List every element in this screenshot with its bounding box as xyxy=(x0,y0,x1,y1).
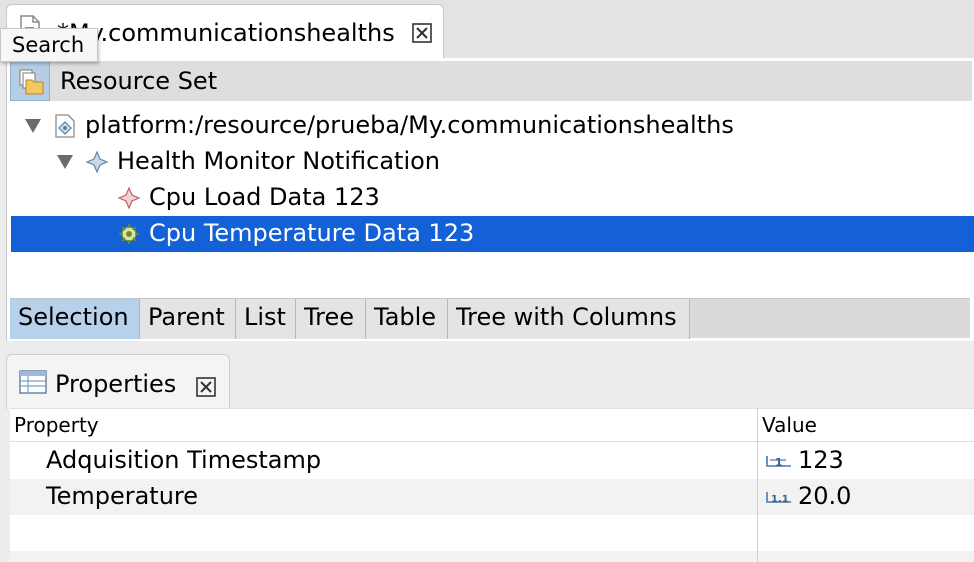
tab-label: Tree xyxy=(304,303,355,331)
tree-item-health-monitor-notification[interactable]: Health Monitor Notification xyxy=(11,144,974,180)
column-header-property[interactable]: Property xyxy=(14,413,99,437)
resource-set-header[interactable]: Resource Set xyxy=(10,61,972,101)
close-icon[interactable] xyxy=(195,376,217,398)
tab-table[interactable]: Table xyxy=(366,299,448,339)
eclipse-window: *My.communicationshealths Search Resourc… xyxy=(0,0,974,562)
resource-set-label: Resource Set xyxy=(60,67,218,95)
gear-green-icon xyxy=(119,224,139,244)
column-header-value[interactable]: Value xyxy=(762,413,817,437)
properties-tab-bar: Properties xyxy=(0,348,974,410)
tree-item-label: Health Monitor Notification xyxy=(117,147,441,175)
tree-item-cpu-temperature-data[interactable]: Cpu Temperature Data 123 xyxy=(11,216,974,252)
tab-list[interactable]: List xyxy=(236,299,296,339)
tab-label: Tree with Columns xyxy=(456,303,677,331)
diamond-blue-icon xyxy=(85,150,109,174)
property-row-temperature[interactable]: Temperature 1.1 20.0 xyxy=(10,479,974,515)
tab-selection[interactable]: Selection xyxy=(10,299,140,339)
property-name: Temperature xyxy=(46,482,199,510)
tab-tree-with-columns[interactable]: Tree with Columns xyxy=(448,299,690,339)
svg-text:1.1: 1.1 xyxy=(771,494,789,505)
tab-tree[interactable]: Tree xyxy=(296,299,366,339)
float-icon: 1.1 xyxy=(766,492,791,505)
expand-twisty-icon[interactable] xyxy=(57,155,73,169)
editor-tab-bar: *My.communicationshealths xyxy=(0,0,974,60)
property-name: Adquisition Timestamp xyxy=(46,446,322,474)
expand-twisty-icon[interactable] xyxy=(25,119,41,133)
properties-table-header: Property Value xyxy=(10,408,974,442)
viewer-tab-strip: Selection Parent List Tree Table Tree wi… xyxy=(10,298,970,339)
tab-label: List xyxy=(244,303,286,331)
tree-item-platform-resource[interactable]: platform:/resource/prueba/My.communicati… xyxy=(11,108,974,144)
tree-item-label: Cpu Load Data 123 xyxy=(149,183,380,211)
diamond-red-icon xyxy=(117,186,141,210)
property-value: 123 xyxy=(798,446,844,474)
property-value: 20.0 xyxy=(798,482,852,510)
tab-parent[interactable]: Parent xyxy=(140,299,236,339)
property-row-empty xyxy=(10,551,974,562)
tooltip-text: Search xyxy=(12,33,85,57)
resource-set-icon xyxy=(10,61,50,101)
tab-label: Table xyxy=(374,303,437,331)
property-row-empty xyxy=(10,515,974,551)
tree-item-cpu-load-data[interactable]: Cpu Load Data 123 xyxy=(11,180,974,216)
search-tooltip: Search xyxy=(0,28,98,62)
tree-item-label: platform:/resource/prueba/My.communicati… xyxy=(85,111,734,139)
tree-item-label: Cpu Temperature Data 123 xyxy=(149,219,475,247)
properties-tab-label: Properties xyxy=(55,370,177,398)
tab-label: Parent xyxy=(148,303,225,331)
properties-tab[interactable]: Properties xyxy=(6,354,230,410)
properties-table: Property Value Adquisition Timestamp 1 1… xyxy=(10,408,974,562)
close-icon[interactable] xyxy=(411,22,433,44)
tab-label: Selection xyxy=(18,303,129,331)
svg-text:1: 1 xyxy=(775,456,783,469)
model-file-icon xyxy=(55,114,75,138)
table-icon xyxy=(19,370,47,394)
column-separator[interactable] xyxy=(757,408,758,562)
integer-icon: 1 xyxy=(766,456,791,469)
property-row-adquisition-timestamp[interactable]: Adquisition Timestamp 1 123 xyxy=(10,443,974,479)
editor-tab-label: *My.communicationshealths xyxy=(57,19,395,47)
folder-stack-icon xyxy=(19,69,44,95)
